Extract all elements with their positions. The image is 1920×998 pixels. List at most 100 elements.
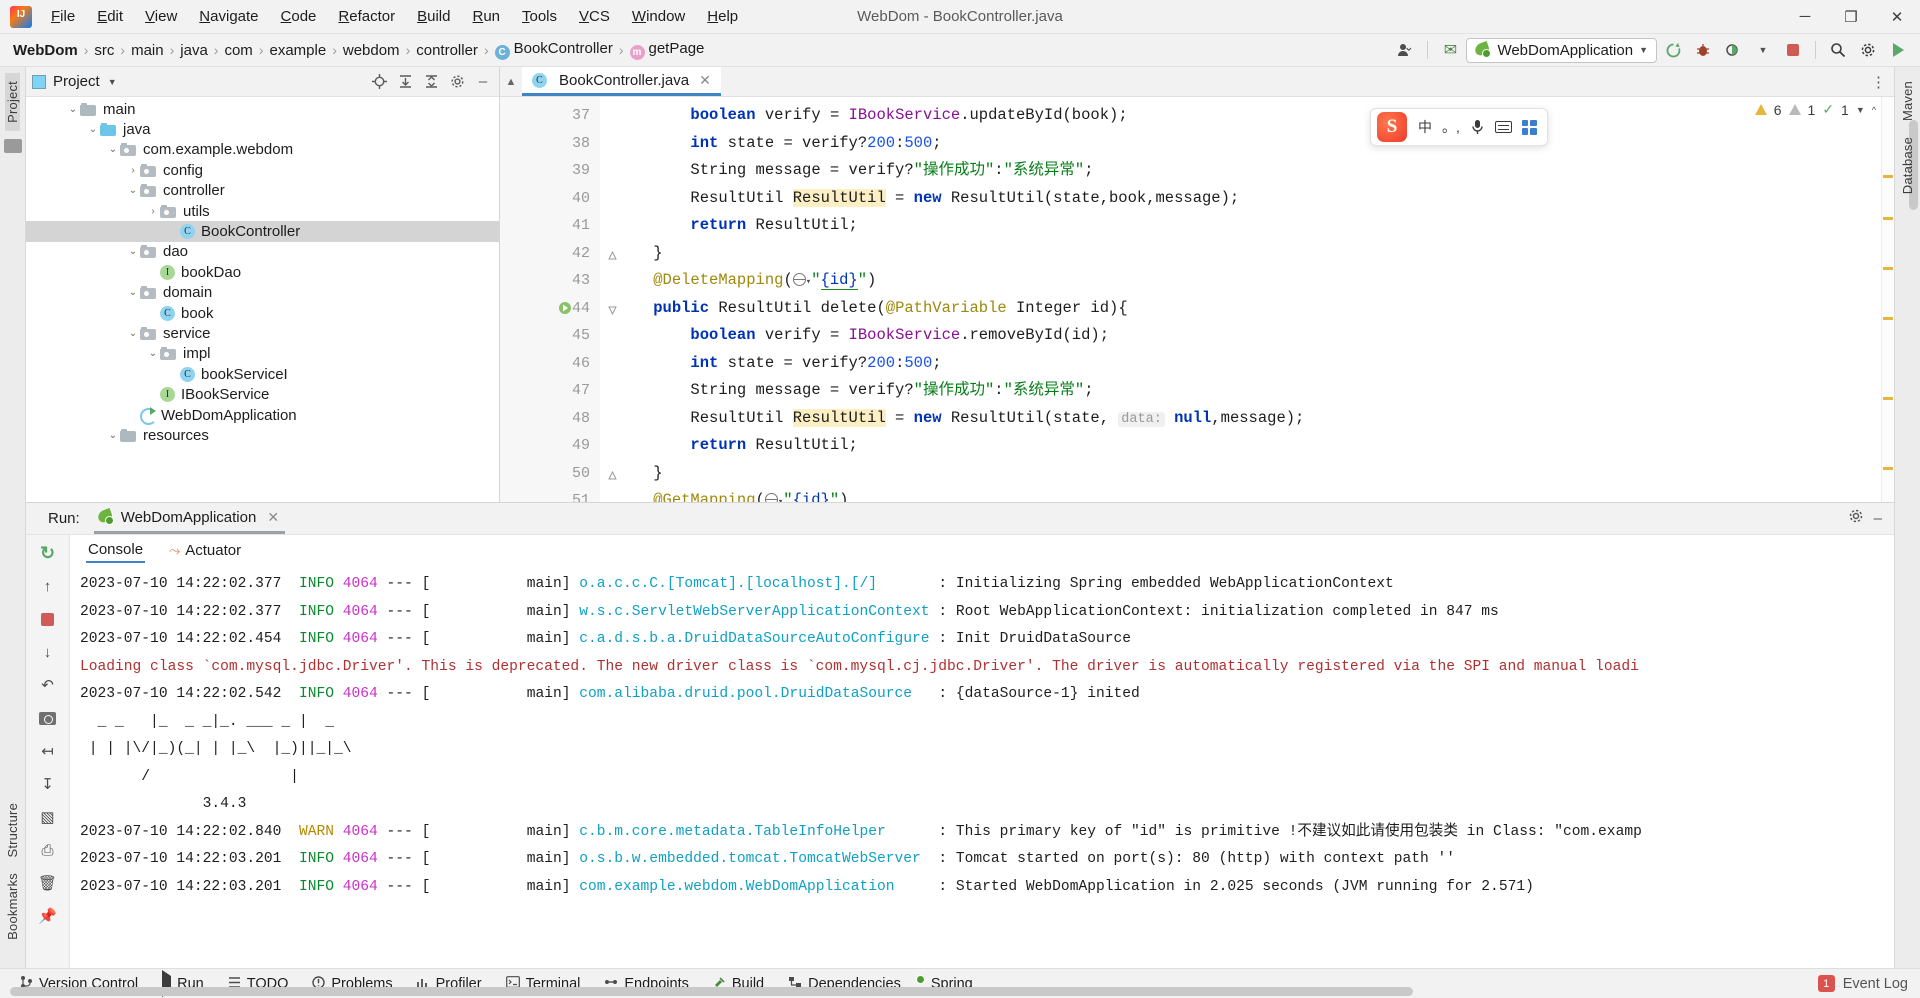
code-line-45[interactable]: boolean verify = IBookService.removeById… <box>600 322 1894 350</box>
code-line-42[interactable]: } <box>600 240 1894 268</box>
stop-button[interactable] <box>1779 37 1807 63</box>
code-line-48[interactable]: ResultUtil ResultUtil = new ResultUtil(s… <box>600 405 1894 433</box>
tab-scroll-icon[interactable]: ▲ <box>500 67 522 96</box>
scroll-down-icon[interactable]: ↓ <box>36 640 60 664</box>
chevron-down-icon[interactable]: ⌄ <box>106 144 120 155</box>
stop-icon[interactable] <box>36 607 60 631</box>
menu-item-navigate[interactable]: Navigate <box>188 4 269 29</box>
inspection-widget[interactable]: 6 1 ✓ 1 ▼ ^ <box>1754 101 1876 118</box>
code-content[interactable]: boolean verify = IBookService.updateById… <box>600 97 1894 502</box>
inspection-chevron-icon[interactable]: ▼ <box>1856 105 1865 115</box>
ime-floating-toolbar[interactable]: 中 。, <box>1370 108 1548 146</box>
code-line-50[interactable]: } <box>600 460 1894 488</box>
gutter-line-44[interactable]: 44 <box>500 295 617 323</box>
tree-node-config[interactable]: › config <box>26 160 499 180</box>
gutter-line-45[interactable]: 45 <box>500 322 600 350</box>
soft-wrap-icon[interactable]: ↶ <box>36 673 60 697</box>
error-stripe-bar[interactable] <box>1881 97 1894 502</box>
tree-node-domain[interactable]: ⌄ domain <box>26 283 499 303</box>
gutter-line-40[interactable]: 40 <box>500 185 600 213</box>
code-line-46[interactable]: int state = verify?200:500; <box>600 350 1894 378</box>
breadcrumb-item-controller[interactable]: controller <box>413 41 481 60</box>
breadcrumb-item-bookcontroller[interactable]: C BookController <box>492 39 616 61</box>
code-line-41[interactable]: return ResultUtil; <box>600 212 1894 240</box>
hide-panel-icon[interactable]: – <box>473 72 493 92</box>
scroll-to-end-icon[interactable]: ↤ <box>36 739 60 763</box>
tree-node-main[interactable]: ⌄ main <box>26 99 499 119</box>
editor-tab-options-icon[interactable]: ⋮ <box>1871 67 1894 96</box>
tree-node-com-example-webdom[interactable]: ⌄ com.example.webdom <box>26 140 499 160</box>
gutter-line-41[interactable]: 41 <box>500 212 600 240</box>
code-line-51[interactable]: @GetMapping(▾"{id}") <box>600 487 1894 502</box>
gutter-line-50[interactable]: 50 <box>500 460 617 488</box>
gutter-line-43[interactable]: 43 <box>500 267 600 295</box>
trash-icon[interactable]: 🗑 <box>36 871 60 895</box>
collapse-all-icon[interactable] <box>421 72 441 92</box>
tree-node-ibookservice[interactable]: ›I IBookService <box>26 384 499 404</box>
menu-item-vcs[interactable]: VCS <box>568 4 621 29</box>
breadcrumb-item-java[interactable]: java <box>177 41 211 60</box>
keyboard-icon[interactable] <box>1491 115 1515 139</box>
chevron-right-icon[interactable]: › <box>166 226 180 237</box>
ime-language-toggle[interactable]: 中 <box>1413 115 1437 139</box>
build-hammer-icon[interactable]: ✉ <box>1436 37 1464 63</box>
code-line-43[interactable]: @DeleteMapping(▾"{id}") <box>600 267 1894 295</box>
code-line-49[interactable]: return ResultUtil; <box>600 432 1894 460</box>
chevron-down-icon[interactable]: ⌄ <box>126 185 140 196</box>
tree-node-impl[interactable]: ⌄ impl <box>26 344 499 364</box>
gutter-line-46[interactable]: 46 <box>500 350 600 378</box>
tree-node-webdomapplication[interactable]: › WebDomApplication <box>26 405 499 426</box>
breadcrumb-item-src[interactable]: src <box>91 41 117 60</box>
console-output[interactable]: 2023-07-10 14:22:02.377 INFO 4064 --- [ … <box>70 565 1894 968</box>
breadcrumb-item-webdom[interactable]: WebDom <box>10 41 81 60</box>
hide-run-panel-icon[interactable]: – <box>1874 510 1882 527</box>
print-icon[interactable]: ⎙ <box>36 838 60 862</box>
web-url-icon[interactable] <box>764 493 778 502</box>
breadcrumb-item-getpage[interactable]: m getPage <box>627 39 708 61</box>
menu-item-window[interactable]: Window <box>621 4 696 29</box>
settings-gear-icon[interactable] <box>1854 37 1882 63</box>
tool-window-button-database[interactable]: Database <box>1900 129 1915 202</box>
gutter-line-37[interactable]: 37 <box>500 102 600 130</box>
commit-icon[interactable] <box>3 138 22 153</box>
chevron-right-icon[interactable]: › <box>146 206 160 217</box>
tree-node-resources[interactable]: ⌄ resources <box>26 425 499 445</box>
expand-all-icon[interactable] <box>395 72 415 92</box>
chevron-down-icon[interactable]: ⌄ <box>146 348 160 359</box>
chevron-right-icon[interactable]: › <box>166 369 180 380</box>
menu-item-build[interactable]: Build <box>406 4 461 29</box>
tool-window-button-project[interactable]: Project <box>5 73 20 131</box>
tree-node-controller[interactable]: ⌄ controller <box>26 181 499 201</box>
scroll-up-icon[interactable]: ↑ <box>36 574 60 598</box>
debug-button[interactable] <box>1689 37 1717 63</box>
tree-node-bookservicei[interactable]: ›CbookServiceI <box>26 364 499 384</box>
code-line-37[interactable]: boolean verify = IBookService.updateById… <box>600 102 1894 130</box>
run-settings-gear-icon[interactable] <box>1848 508 1864 529</box>
minimize-button[interactable]: ─ <box>1782 0 1828 34</box>
run-endpoint-icon[interactable] <box>558 301 572 320</box>
tree-node-service[interactable]: ⌄ service <box>26 323 499 343</box>
settings-icon[interactable]: ▧ <box>36 805 60 829</box>
chevron-right-icon[interactable]: › <box>126 165 140 176</box>
tool-window-button-maven[interactable]: Maven <box>1900 73 1915 129</box>
menu-item-refactor[interactable]: Refactor <box>327 4 406 29</box>
code-line-38[interactable]: int state = verify?200:500; <box>600 130 1894 158</box>
gutter-line-39[interactable]: 39 <box>500 157 600 185</box>
menu-item-file[interactable]: File <box>40 4 86 29</box>
tree-node-book[interactable]: ›Cbook <box>26 303 499 323</box>
console-tab-console[interactable]: Console <box>86 538 146 563</box>
microphone-icon[interactable] <box>1465 115 1489 139</box>
breadcrumb-item-webdom[interactable]: webdom <box>340 41 403 60</box>
breadcrumb-item-example[interactable]: example <box>266 41 329 60</box>
editor-gutter[interactable]: 37 38 39 40 41 42 43 44 45 46 47 48 49 50 51 <box>500 97 617 502</box>
project-view-dropdown-icon[interactable]: ▼ <box>108 77 117 87</box>
run-configuration-selector[interactable]: WebDomApplication ▼ <box>1466 37 1657 63</box>
ime-punctuation-toggle[interactable]: 。, <box>1439 115 1463 139</box>
chevron-down-icon[interactable]: ⌄ <box>86 124 100 135</box>
gutter-line-48[interactable]: 48 <box>500 405 600 433</box>
close-icon[interactable]: ✕ <box>267 509 279 526</box>
menu-item-view[interactable]: View <box>134 4 188 29</box>
console-tab-actuator[interactable]: ⤳ Actuator <box>167 539 243 562</box>
chevron-right-icon[interactable]: › <box>146 389 160 400</box>
code-line-39[interactable]: String message = verify?"操作成功":"系统异常"; <box>600 157 1894 185</box>
